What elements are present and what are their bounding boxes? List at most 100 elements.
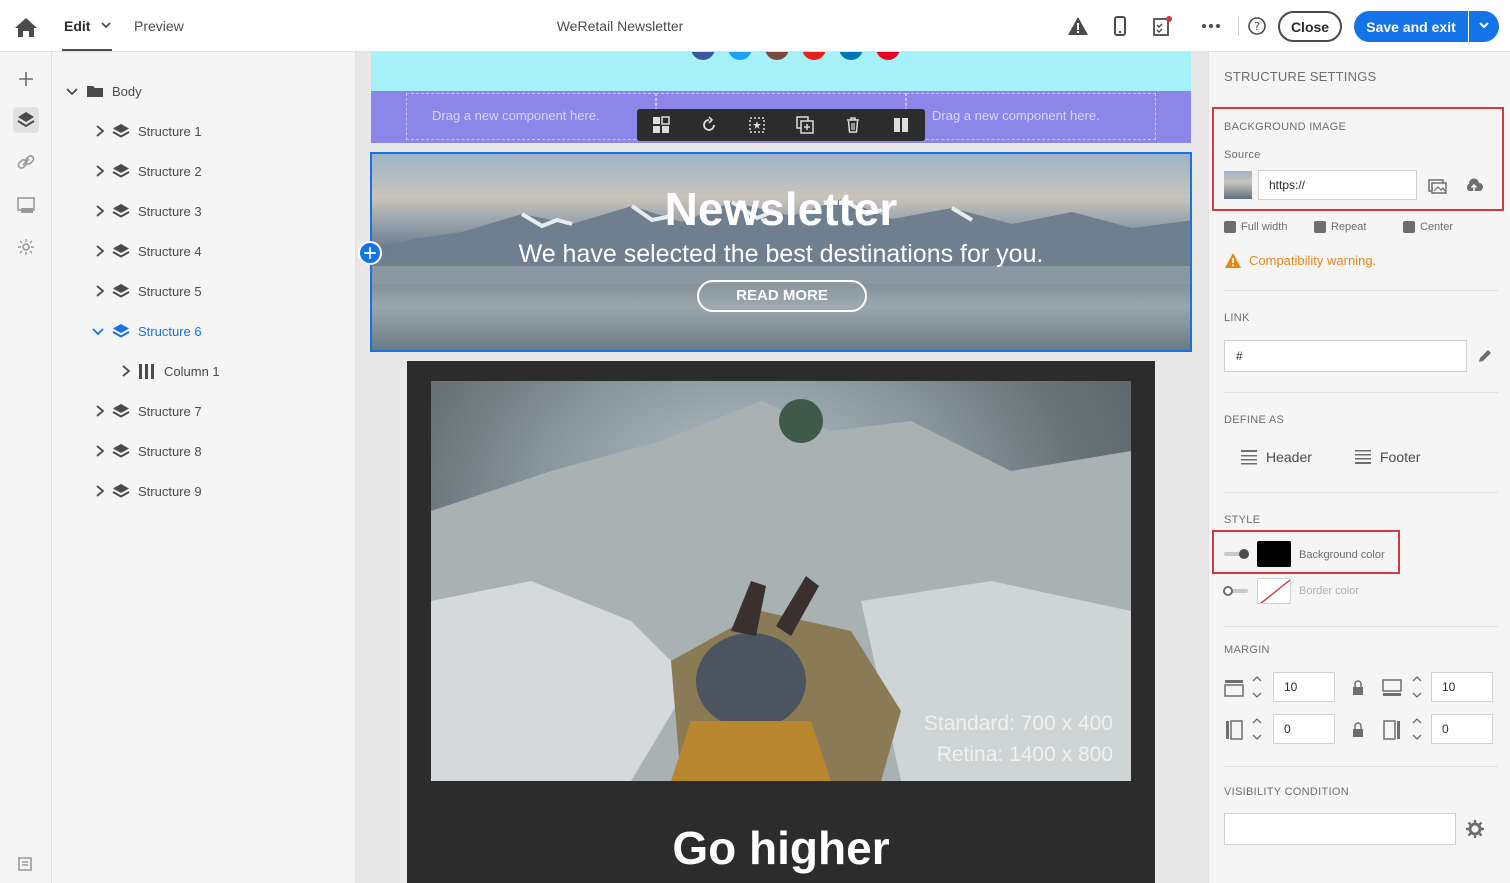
- tab-preview[interactable]: Preview: [134, 18, 184, 34]
- upload-cloud-icon[interactable]: [1464, 176, 1484, 196]
- section-title[interactable]: Go higher: [407, 821, 1155, 875]
- chevron-right-icon[interactable]: [94, 164, 106, 178]
- margin-right-input[interactable]: 0: [1431, 714, 1493, 744]
- header-label: Header: [1266, 449, 1312, 465]
- border-color-toggle[interactable]: [1223, 586, 1248, 596]
- margin-left-input[interactable]: 0: [1273, 714, 1335, 744]
- margin-bottom-stepper-icon[interactable]: [1407, 672, 1427, 702]
- tree-item-structure-1[interactable]: Structure 1: [52, 120, 352, 142]
- toggle-knob-icon: [1223, 586, 1233, 596]
- margin-bottom-icon: [1382, 679, 1402, 696]
- margin-top-icon: [1224, 680, 1244, 697]
- margin-left-stepper-icon[interactable]: [1247, 714, 1267, 744]
- border-color-label: Border color: [1299, 585, 1359, 597]
- tab-edit[interactable]: Edit: [64, 18, 90, 34]
- edit-pencil-icon[interactable]: [1475, 346, 1495, 366]
- columns-icon: [139, 364, 154, 379]
- tree-item-structure-9[interactable]: Structure 9: [52, 480, 352, 502]
- add-icon[interactable]: [13, 66, 39, 92]
- background-color-swatch[interactable]: [1257, 541, 1291, 567]
- social-icons-section[interactable]: [371, 52, 1191, 91]
- save-and-exit-button[interactable]: Save and exit: [1354, 11, 1468, 42]
- chevron-right-icon[interactable]: [94, 204, 106, 218]
- tree-item-structure-8[interactable]: Structure 8: [52, 440, 352, 462]
- help-icon[interactable]: ?: [1246, 15, 1268, 37]
- mobile-preview-icon[interactable]: [1109, 15, 1131, 37]
- grid-icon[interactable]: [652, 116, 670, 134]
- tree-item-structure-4[interactable]: Structure 4: [52, 240, 352, 262]
- image-library-icon[interactable]: [1427, 176, 1447, 196]
- svg-text:?: ?: [1254, 20, 1260, 33]
- source-url-field[interactable]: https://: [1258, 170, 1417, 200]
- visibility-condition-field[interactable]: [1224, 813, 1456, 845]
- columns-icon[interactable]: [892, 116, 910, 134]
- photo-caption-standard: Standard: 700 x 400: [923, 712, 1113, 735]
- close-button[interactable]: Close: [1278, 11, 1342, 42]
- top-bar: Edit Preview WeRetail Newsletter ? Close…: [0, 0, 1510, 52]
- tree-item-structure-5[interactable]: Structure 5: [52, 280, 352, 302]
- hiker-photo[interactable]: Standard: 700 x 400 Retina: 1400 x 800: [431, 381, 1131, 781]
- linkedin-icon[interactable]: [839, 52, 863, 60]
- layers-icon[interactable]: [13, 107, 39, 133]
- home-icon[interactable]: [12, 14, 40, 40]
- more-icon[interactable]: [1200, 15, 1222, 37]
- toolbar-divider: [1238, 16, 1239, 36]
- tree-item-structure-6[interactable]: Structure 6: [52, 320, 352, 342]
- youtube-icon[interactable]: [802, 52, 826, 60]
- hero-title[interactable]: Newsletter: [372, 182, 1190, 236]
- hero-structure[interactable]: Newsletter We have selected the best des…: [370, 152, 1192, 352]
- border-color-swatch[interactable]: [1257, 578, 1291, 604]
- chevron-right-icon[interactable]: [94, 404, 106, 418]
- tree-item-label: Structure 5: [138, 284, 202, 299]
- chevron-down-icon: [1479, 22, 1489, 29]
- tree-item-structure-2[interactable]: Structure 2: [52, 160, 352, 182]
- checkbox-checked-icon: [1403, 221, 1415, 233]
- chevron-right-icon[interactable]: [120, 364, 132, 378]
- tree-item-body[interactable]: Body: [52, 80, 352, 102]
- gear-icon[interactable]: [1465, 819, 1485, 839]
- margin-right-stepper-icon[interactable]: [1407, 714, 1427, 744]
- tree-item-column-1[interactable]: Column 1: [52, 360, 352, 382]
- chevron-right-icon[interactable]: [94, 284, 106, 298]
- content-structure[interactable]: Standard: 700 x 400 Retina: 1400 x 800 G…: [407, 361, 1155, 883]
- instagram-icon[interactable]: [765, 52, 789, 60]
- pinterest-icon[interactable]: [876, 52, 900, 60]
- tree-item-structure-7[interactable]: Structure 7: [52, 400, 352, 422]
- alert-icon[interactable]: [1067, 15, 1089, 37]
- chevron-down-icon[interactable]: [66, 84, 78, 98]
- facebook-icon[interactable]: [691, 52, 715, 60]
- chevron-right-icon[interactable]: [94, 244, 106, 258]
- personalization-icon[interactable]: [13, 234, 39, 260]
- lock-icon[interactable]: [1348, 720, 1368, 740]
- twitter-icon[interactable]: [728, 52, 752, 60]
- link-field[interactable]: #: [1224, 340, 1467, 372]
- add-component-icon[interactable]: [358, 241, 382, 265]
- hero-subtitle[interactable]: We have selected the best destinations f…: [372, 240, 1190, 269]
- read-more-button[interactable]: READ MORE: [697, 280, 867, 312]
- tree-item-structure-3[interactable]: Structure 3: [52, 200, 352, 222]
- margin-top-input[interactable]: 10: [1273, 672, 1335, 702]
- chevron-down-icon[interactable]: [92, 324, 104, 338]
- link-icon[interactable]: [13, 149, 39, 175]
- content-fragments-icon[interactable]: [13, 850, 39, 876]
- margin-top-stepper-icon[interactable]: [1247, 672, 1267, 702]
- left-rail: [0, 52, 52, 883]
- save-options-button[interactable]: [1469, 11, 1499, 42]
- background-color-toggle[interactable]: [1224, 549, 1249, 559]
- chevron-right-icon[interactable]: [94, 484, 106, 498]
- image-assets-icon[interactable]: [13, 192, 39, 218]
- chevron-down-icon[interactable]: [100, 18, 112, 32]
- checklist-icon[interactable]: [1151, 15, 1173, 37]
- chevron-right-icon[interactable]: [94, 124, 106, 138]
- compatibility-warning-link[interactable]: Compatibility warning.: [1249, 253, 1376, 268]
- photo-caption-retina: Retina: 1400 x 800: [936, 743, 1113, 766]
- refresh-icon[interactable]: [700, 116, 718, 134]
- lock-icon[interactable]: [1348, 678, 1368, 698]
- tree-item-label: Structure 9: [138, 484, 202, 499]
- background-image-thumbnail[interactable]: [1224, 171, 1252, 199]
- delete-icon[interactable]: [844, 116, 862, 134]
- duplicate-icon[interactable]: [796, 116, 814, 134]
- chevron-right-icon[interactable]: [94, 444, 106, 458]
- margin-bottom-input[interactable]: 10: [1431, 672, 1493, 702]
- select-parent-icon[interactable]: [748, 116, 766, 134]
